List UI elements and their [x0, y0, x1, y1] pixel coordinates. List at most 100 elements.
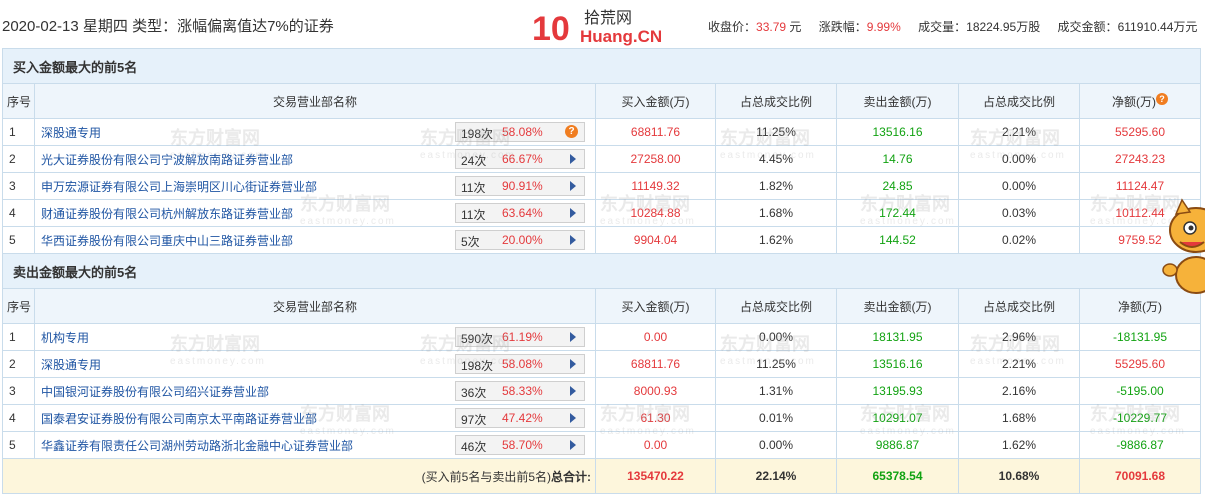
- win-rate: 61.19%: [502, 330, 543, 344]
- buy-ratio: 11.25%: [715, 118, 837, 146]
- buy-ratio: 4.45%: [715, 145, 837, 173]
- win-rate: 58.70%: [502, 438, 543, 452]
- quote-stats: 收盘价：33.79 元 涨跌幅：9.99% 成交量：18224.95万股 成交金…: [708, 18, 1197, 35]
- history-badge[interactable]: 36次 58.33%: [455, 381, 585, 401]
- branch-cell: 申万宏源证券有限公司上海崇明区川心街证券营业部 11次 90.91%: [34, 172, 596, 200]
- buy-amount: 10284.88: [595, 199, 716, 227]
- total-sell: 65378.54: [836, 458, 959, 494]
- history-badge[interactable]: 11次 90.91%: [455, 176, 585, 196]
- col-header-no: 序号: [2, 288, 35, 324]
- history-badge[interactable]: 24次 66.67%: [455, 149, 585, 169]
- table-row[interactable]: 2 光大证券股份有限公司宁波解放南路证券营业部 24次 66.67% 27258.00 4…: [2, 145, 1201, 173]
- play-arrow-icon[interactable]: [570, 154, 576, 164]
- play-arrow-icon[interactable]: [570, 332, 576, 342]
- history-badge[interactable]: 590次 61.19%: [455, 327, 585, 347]
- win-rate: 20.00%: [502, 233, 543, 247]
- win-rate: 58.08%: [502, 125, 543, 139]
- play-arrow-icon[interactable]: [570, 386, 576, 396]
- amount-value: 611910.44万元: [1117, 20, 1198, 34]
- table-row[interactable]: 4 国泰君安证券股份有限公司南京太平南路证券营业部 97次 47.42% 61.30 0.…: [2, 404, 1201, 432]
- play-arrow-icon[interactable]: [570, 235, 576, 245]
- net-amount: -5195.00: [1079, 377, 1201, 405]
- total-buy-ratio: 22.14%: [715, 458, 837, 494]
- branch-cell: 华鑫证券有限责任公司湖州劳动路浙北金融中心证券营业部 46次 58.70%: [34, 431, 596, 459]
- appearance-count: 198次: [461, 127, 494, 141]
- branch-cell: 深股通专用 198次 58.08%: [34, 350, 596, 378]
- sell-amount: 144.52: [836, 226, 959, 254]
- table-row[interactable]: 2 深股通专用 198次 58.08% 68811.76 11.25% 13516.16 2.…: [2, 350, 1201, 378]
- branch-name-link[interactable]: 国泰君安证券股份有限公司南京太平南路证券营业部: [41, 410, 455, 427]
- buy-amount: 27258.00: [595, 145, 716, 173]
- history-badge[interactable]: 11次 63.64%: [455, 203, 585, 223]
- buy-ratio: 0.00%: [715, 431, 837, 459]
- sell-amount: 13516.16: [836, 118, 959, 146]
- question-mark-icon[interactable]: ?: [1156, 92, 1168, 105]
- col-header-sell: 卖出金额(万): [836, 288, 959, 324]
- branch-name-link[interactable]: 光大证券股份有限公司宁波解放南路证券营业部: [41, 151, 455, 168]
- buy-section-title: 买入金额最大的前5名: [2, 48, 1201, 84]
- sell-ratio: 1.62%: [958, 431, 1080, 459]
- play-arrow-icon[interactable]: [570, 413, 576, 423]
- question-mark-icon[interactable]: ?: [565, 125, 578, 138]
- buy-amount: 0.00: [595, 431, 716, 459]
- buy-amount: 61.30: [595, 404, 716, 432]
- volume-label: 成交量：: [918, 20, 967, 34]
- total-row: (买入前5名与卖出前5名)总合计: 135470.22 22.14% 65378…: [2, 458, 1201, 494]
- play-arrow-icon[interactable]: [570, 208, 576, 218]
- buy-ratio: 11.25%: [715, 350, 837, 378]
- table-row[interactable]: 4 财通证券股份有限公司杭州解放东路证券营业部 11次 63.64% 10284.88 1…: [2, 199, 1201, 227]
- volume-value: 18224.95万股: [966, 20, 1041, 34]
- appearance-count: 46次: [461, 440, 487, 454]
- table-row[interactable]: 5 华西证券股份有限公司重庆中山三路证券营业部 5次 20.00% 9904.04 1.6…: [2, 226, 1201, 254]
- branch-name-link[interactable]: 深股通专用: [41, 124, 455, 141]
- branch-name-link[interactable]: 深股通专用: [41, 356, 455, 373]
- col-header-buy: 买入金额(万): [595, 288, 716, 324]
- branch-name-link[interactable]: 机构专用: [41, 329, 455, 346]
- branch-name-link[interactable]: 华西证券股份有限公司重庆中山三路证券营业部: [41, 232, 455, 249]
- sell-section-title: 卖出金额最大的前5名: [2, 253, 1201, 289]
- history-badge[interactable]: 198次 58.08%?: [455, 122, 585, 142]
- table-row[interactable]: 1 机构专用 590次 61.19% 0.00 0.00% 18131.95 2.96% -18…: [2, 323, 1201, 351]
- sell-amount: 18131.95: [836, 323, 959, 351]
- total-sell-ratio: 10.68%: [958, 458, 1080, 494]
- change-value: 9.99%: [866, 20, 901, 34]
- history-badge[interactable]: 46次 58.70%: [455, 435, 585, 455]
- history-badge[interactable]: 5次 20.00%: [455, 230, 585, 250]
- row-number: 5: [2, 431, 35, 459]
- row-number: 1: [2, 323, 35, 351]
- buy-amount: 9904.04: [595, 226, 716, 254]
- appearance-count: 590次: [461, 332, 494, 346]
- sell-ratio: 0.03%: [958, 199, 1080, 227]
- col-header-net: 净额(万)?: [1079, 83, 1201, 119]
- table-row[interactable]: 3 中国银河证券股份有限公司绍兴证券营业部 36次 58.33% 8000.93 1.31…: [2, 377, 1201, 405]
- appearance-count: 198次: [461, 359, 494, 373]
- row-number: 1: [2, 118, 35, 146]
- history-badge[interactable]: 97次 47.42%: [455, 408, 585, 428]
- win-rate: 66.67%: [502, 152, 543, 166]
- table-row[interactable]: 3 申万宏源证券有限公司上海崇明区川心街证券营业部 11次 90.91% 11149.3…: [2, 172, 1201, 200]
- play-arrow-icon[interactable]: [570, 359, 576, 369]
- branch-name-link[interactable]: 财通证券股份有限公司杭州解放东路证券营业部: [41, 205, 455, 222]
- table-row[interactable]: 1 深股通专用 198次 58.08%? 68811.76 11.25% 13516.16 2…: [2, 118, 1201, 146]
- total-buy: 135470.22: [595, 458, 716, 494]
- history-badge[interactable]: 198次 58.08%: [455, 354, 585, 374]
- table-row[interactable]: 5 华鑫证券有限责任公司湖州劳动路浙北金融中心证券营业部 46次 58.70% 0.00…: [2, 431, 1201, 459]
- branch-name-link[interactable]: 华鑫证券有限责任公司湖州劳动路浙北金融中心证券营业部: [41, 437, 455, 454]
- appearance-count: 5次: [461, 235, 480, 249]
- branch-name-link[interactable]: 中国银河证券股份有限公司绍兴证券营业部: [41, 383, 455, 400]
- date-type-line: 2020-02-13 星期四 类型：涨幅偏离值达7%的证券: [2, 18, 334, 35]
- sell-amount: 9886.87: [836, 431, 959, 459]
- buy-ratio: 1.31%: [715, 377, 837, 405]
- col-header-buy-ratio: 占总成交比例: [715, 83, 837, 119]
- branch-name-link[interactable]: 申万宏源证券有限公司上海崇明区川心街证券营业部: [41, 178, 455, 195]
- row-number: 4: [2, 199, 35, 227]
- play-arrow-icon[interactable]: [570, 181, 576, 191]
- branch-cell: 中国银河证券股份有限公司绍兴证券营业部 36次 58.33%: [34, 377, 596, 405]
- play-arrow-icon[interactable]: [570, 440, 576, 450]
- col-header-no: 序号: [2, 83, 35, 119]
- buy-amount: 8000.93: [595, 377, 716, 405]
- row-number: 2: [2, 145, 35, 173]
- buy-ratio: 1.68%: [715, 199, 837, 227]
- sell-amount: 24.85: [836, 172, 959, 200]
- win-rate: 58.08%: [502, 357, 543, 371]
